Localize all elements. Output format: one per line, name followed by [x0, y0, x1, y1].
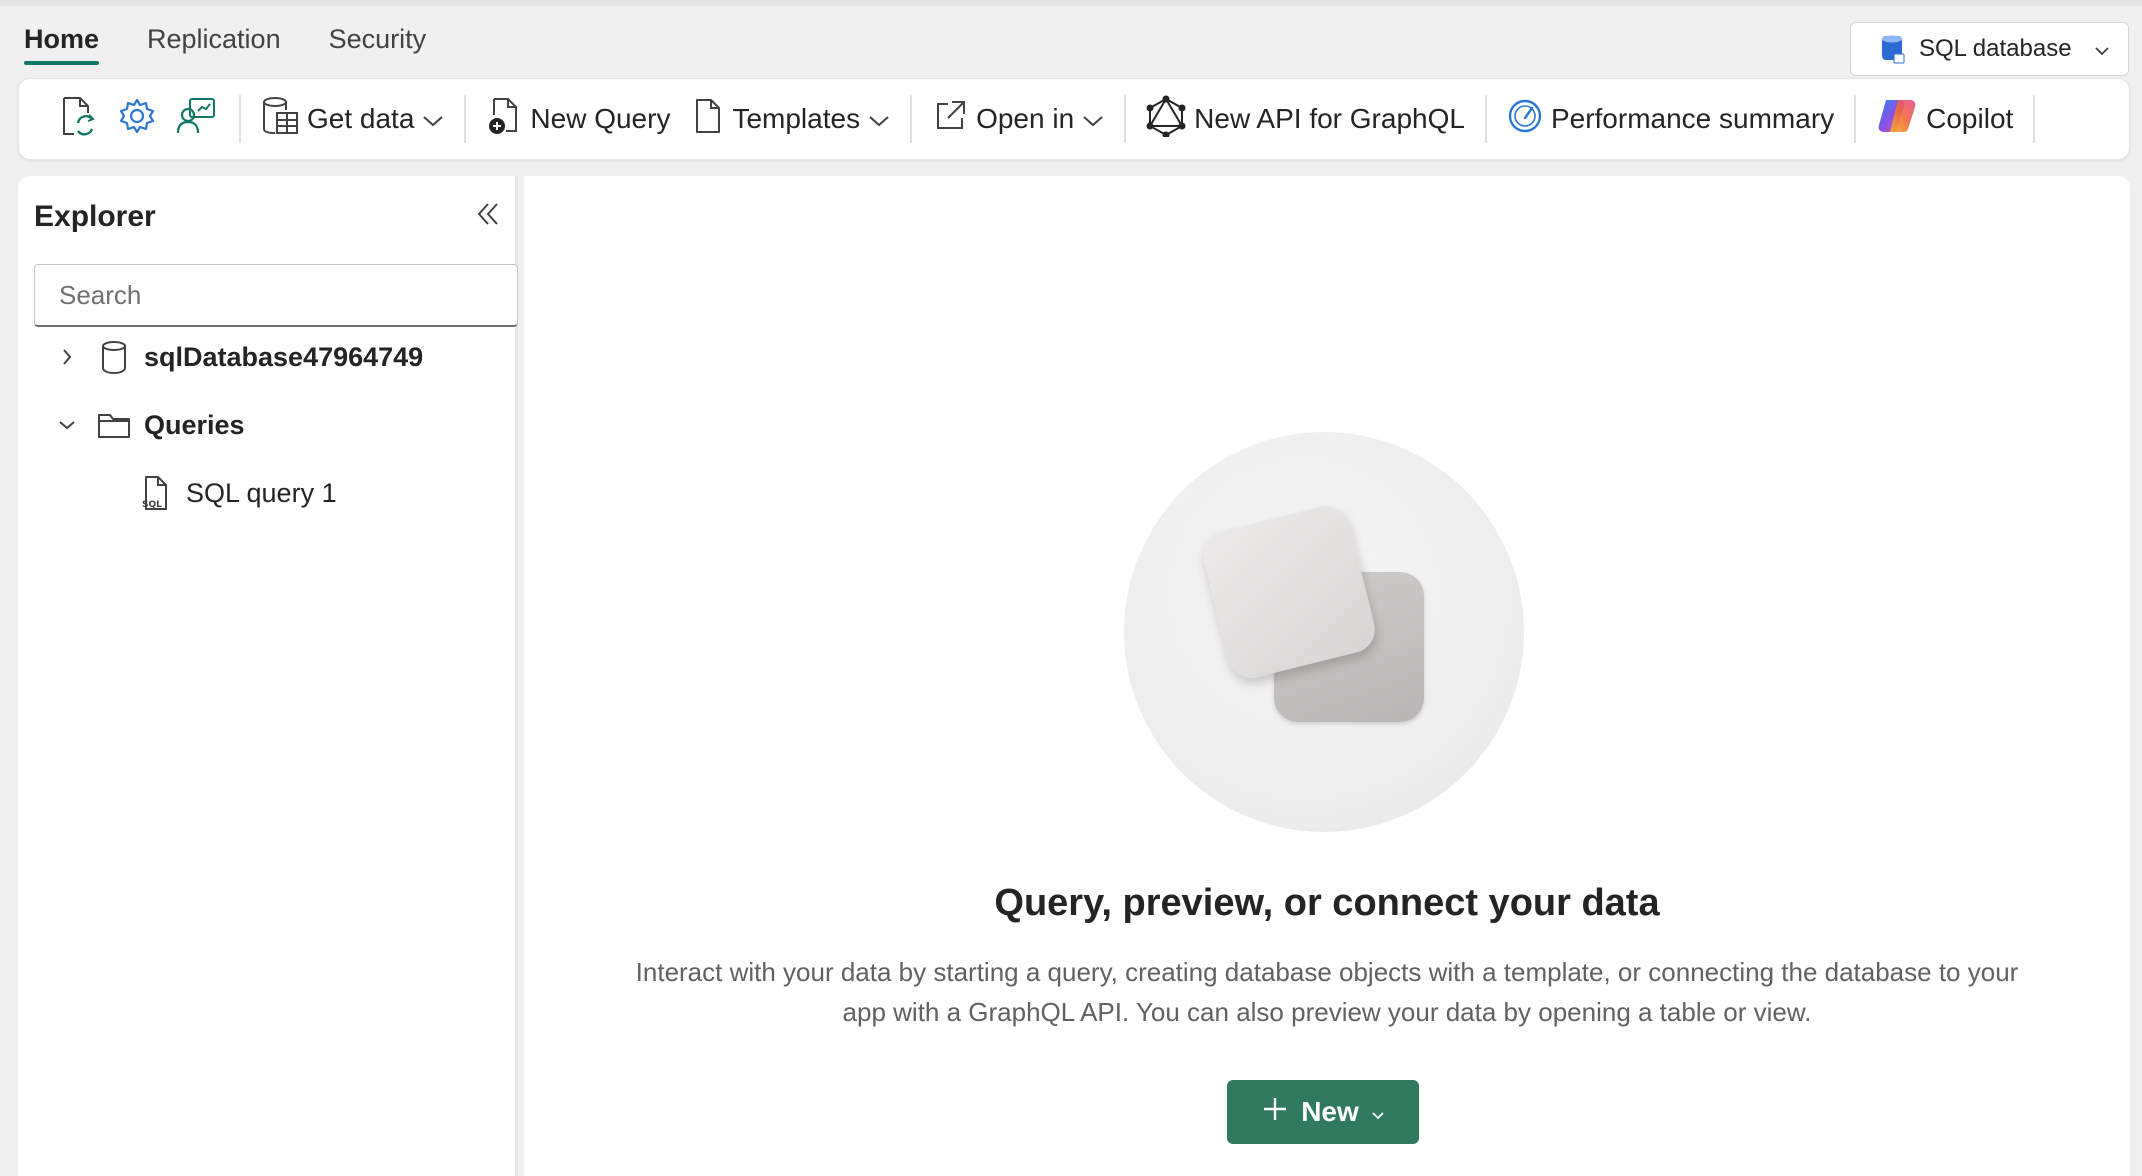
- graphql-icon: [1146, 95, 1186, 144]
- tree-item-sql-query[interactable]: SQL SQL query 1: [140, 472, 337, 514]
- new-query-icon: [486, 95, 522, 144]
- ribbon-tab-bar: Home Replication Security SQL database: [0, 0, 2142, 76]
- item-type-switcher[interactable]: SQL database: [1850, 22, 2129, 76]
- explorer-pane: Explorer sqlDatabase47964749: [18, 176, 518, 1176]
- document-icon: [692, 96, 724, 143]
- explorer-search-input[interactable]: [34, 264, 518, 327]
- open-in-button[interactable]: Open in: [924, 91, 1112, 147]
- svg-text:SQL: SQL: [142, 500, 162, 510]
- copilot-label: Copilot: [1926, 103, 2014, 134]
- tree-item-label: Queries: [144, 409, 245, 440]
- toolbar-divider: [1854, 95, 1857, 143]
- new-api-graphql-button[interactable]: New API for GraphQL: [1138, 91, 1473, 147]
- empty-state-description: Interact with your data by starting a qu…: [554, 952, 2100, 1032]
- chevron-down-icon: [868, 103, 890, 135]
- toolbar-divider: [464, 95, 467, 143]
- chevron-down-icon[interactable]: [52, 419, 82, 431]
- new-button-label: New: [1301, 1096, 1359, 1127]
- explorer-title: Explorer: [34, 200, 156, 233]
- sql-file-icon: SQL: [140, 474, 172, 512]
- database-icon: [96, 340, 132, 374]
- tree-item-label: SQL query 1: [186, 477, 337, 508]
- description-line: Interact with your data by starting a qu…: [635, 957, 2019, 987]
- toolbar-divider: [2033, 95, 2036, 143]
- performance-summary-button[interactable]: Performance summary: [1499, 91, 1842, 147]
- chevron-down-icon: [1371, 1096, 1385, 1128]
- ribbon-tabs: Home Replication Security: [24, 24, 474, 65]
- new-query-button[interactable]: New Query: [478, 91, 678, 147]
- refresh-button[interactable]: [47, 91, 107, 147]
- sql-database-icon: [1881, 34, 1905, 64]
- database-table-icon: [261, 95, 299, 144]
- get-data-button[interactable]: Get data: [253, 91, 452, 147]
- empty-state-illustration: [1124, 432, 1524, 832]
- folder-icon: [96, 411, 132, 439]
- get-data-label: Get data: [307, 103, 415, 134]
- double-chevron-left-icon: [476, 201, 500, 232]
- templates-button[interactable]: Templates: [684, 91, 898, 147]
- chevron-down-icon: [422, 103, 444, 135]
- gauge-icon: [1507, 98, 1543, 141]
- description-line: app with a GraphQL API. You can also pre…: [842, 997, 1812, 1027]
- copilot-button[interactable]: Copilot: [1868, 91, 2021, 147]
- open-in-label: Open in: [976, 103, 1075, 134]
- new-api-label: New API for GraphQL: [1194, 103, 1465, 134]
- tab-security[interactable]: Security: [329, 24, 427, 65]
- toolbar-divider: [239, 95, 241, 143]
- item-type-label: SQL database: [1919, 35, 2072, 62]
- tab-replication[interactable]: Replication: [147, 24, 281, 65]
- tree-item-label: sqlDatabase47964749: [144, 341, 424, 372]
- query-canvas: Query, preview, or connect your data Int…: [524, 176, 2130, 1176]
- new-button[interactable]: New: [1227, 1080, 1419, 1144]
- tree-item-database[interactable]: sqlDatabase47964749: [52, 336, 423, 378]
- toolbar-divider: [1124, 95, 1127, 143]
- toolbar-divider: [1484, 95, 1487, 143]
- templates-label: Templates: [732, 103, 861, 134]
- refresh-icon: [58, 95, 96, 144]
- feedback-button[interactable]: [167, 91, 227, 147]
- tree-item-queries-folder[interactable]: Queries: [52, 404, 245, 446]
- copilot-icon: [1876, 96, 1918, 143]
- gear-icon: [117, 96, 157, 143]
- chevron-down-icon: [1082, 103, 1104, 135]
- open-external-icon: [932, 98, 968, 141]
- collapse-explorer-button[interactable]: [468, 196, 508, 236]
- new-query-label: New Query: [530, 103, 671, 134]
- settings-button[interactable]: [107, 91, 167, 147]
- feedback-icon: [176, 95, 218, 144]
- empty-state-title: Query, preview, or connect your data: [994, 882, 1660, 924]
- chevron-right-icon[interactable]: [52, 347, 82, 367]
- toolbar-divider: [910, 95, 913, 143]
- plus-icon: [1261, 1095, 1289, 1130]
- chevron-down-icon: [2094, 35, 2110, 63]
- tab-home[interactable]: Home: [24, 24, 100, 65]
- performance-summary-label: Performance summary: [1550, 103, 1835, 134]
- ribbon-toolbar: Get data New Query Templates Open in New…: [18, 78, 2130, 160]
